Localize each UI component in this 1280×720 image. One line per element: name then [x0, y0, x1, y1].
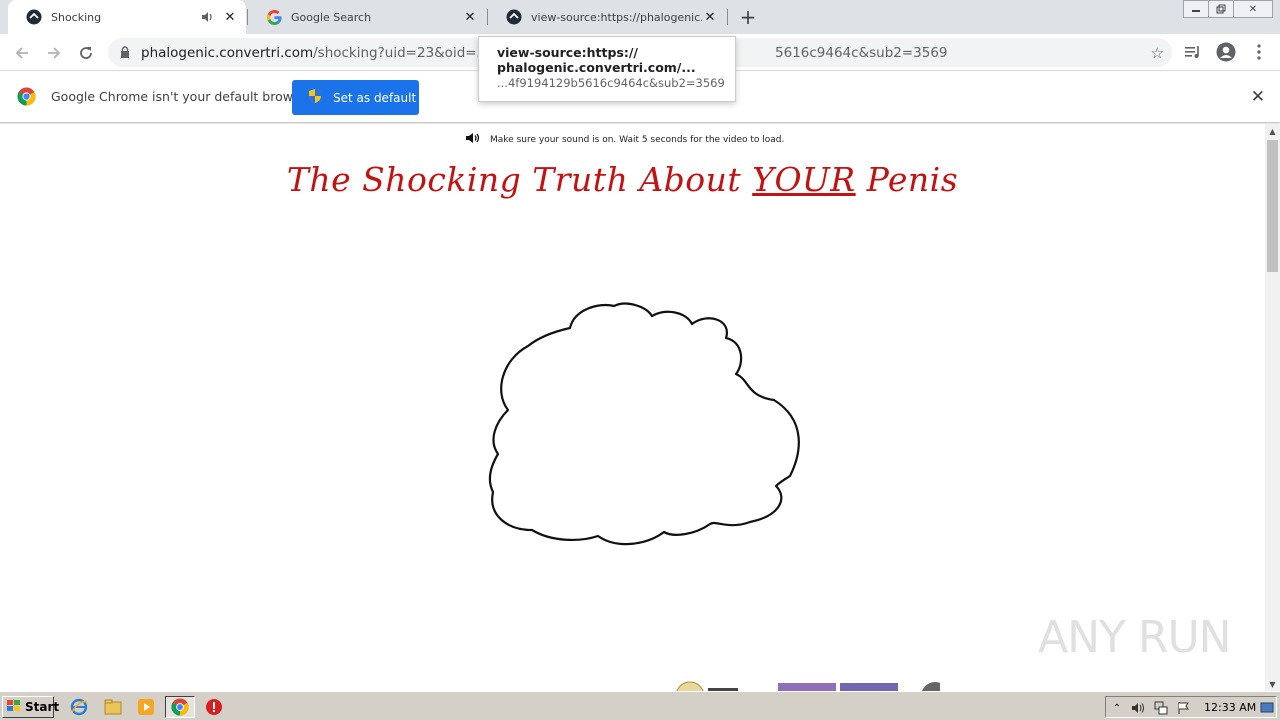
- new-tab-button[interactable]: +: [736, 5, 760, 29]
- forward-button[interactable]: [41, 40, 67, 66]
- tab-google-search[interactable]: Google Search ✕: [248, 0, 486, 34]
- tab-title: Shocking: [51, 10, 102, 24]
- google-g-icon: [266, 9, 282, 25]
- tab-close-icon[interactable]: ✕: [462, 9, 478, 25]
- set-as-default-label: Set as default: [333, 90, 417, 105]
- windows-taskbar: Start ⌃ 12:33 AM: [0, 691, 1280, 720]
- bookmark-star-icon[interactable]: ☆: [1151, 44, 1164, 62]
- minimize-button[interactable]: [1183, 0, 1209, 18]
- file-explorer-icon[interactable]: [101, 696, 125, 718]
- tab-title: view-source:https://phalogenic.conv: [531, 10, 702, 24]
- tab-separator: [727, 9, 728, 25]
- video-cloud-illustration[interactable]: [488, 302, 808, 556]
- anyrun-watermark: ANY RUN: [1038, 612, 1232, 663]
- site-favicon-icon: [26, 9, 42, 25]
- scrollbar-thumb[interactable]: [1267, 140, 1278, 272]
- url-path-tail: 5616c9464c&sub2=3569: [775, 44, 948, 61]
- restore-button[interactable]: [1208, 0, 1234, 18]
- media-control-icon[interactable]: [1182, 41, 1204, 63]
- watermark-text: ANY RUN: [1038, 612, 1232, 663]
- show-desktop-icon[interactable]: [1259, 700, 1275, 716]
- site-favicon-icon: [506, 9, 522, 25]
- headline-text-post: Penis: [855, 160, 959, 199]
- start-label: Start: [25, 700, 60, 714]
- network-icon[interactable]: [1153, 700, 1169, 716]
- menu-kebab-icon[interactable]: [1248, 41, 1270, 63]
- web-page-content: Make sure your sound is on. Wait 5 secon…: [0, 124, 1265, 691]
- internet-explorer-icon[interactable]: [67, 696, 91, 718]
- scroll-up-arrow-icon[interactable]: ▲: [1265, 124, 1280, 138]
- close-window-button[interactable]: ✕: [1233, 0, 1273, 18]
- reload-button[interactable]: [73, 40, 99, 66]
- taskbar-clock[interactable]: 12:33 AM: [1204, 701, 1256, 714]
- tab-shocking[interactable]: Shocking ✕: [8, 0, 246, 34]
- tab-hover-tooltip: view-source:https:// phalogenic.convertr…: [478, 36, 736, 102]
- chrome-taskbar-button[interactable]: [165, 696, 195, 718]
- tooltip-line-2: phalogenic.convertri.com/...: [497, 60, 696, 75]
- tab-strip: Shocking ✕ Google Search ✕ view-source:h…: [0, 0, 1280, 34]
- page-scrollbar[interactable]: ▲ ▼: [1265, 124, 1280, 691]
- page-headline: The Shocking Truth About YOUR Penis: [0, 160, 1245, 199]
- sound-notice-text: Make sure your sound is on. Wait 5 secon…: [490, 134, 785, 145]
- profile-avatar-icon[interactable]: [1215, 41, 1237, 63]
- tab-audio-icon[interactable]: [200, 10, 214, 24]
- tab-close-icon[interactable]: ✕: [702, 9, 718, 25]
- tab-view-source[interactable]: view-source:https://phalogenic.conv ✕: [488, 0, 726, 34]
- action-center-flag-icon[interactable]: [1176, 700, 1192, 716]
- uac-shield-icon: [308, 88, 322, 107]
- set-as-default-button[interactable]: Set as default: [292, 80, 419, 115]
- url-host: phalogenic.convertri.com: [141, 44, 314, 61]
- media-player-icon[interactable]: [134, 696, 158, 718]
- tray-expand-icon[interactable]: ⌃: [1109, 700, 1125, 716]
- tab-title: Google Search: [291, 10, 372, 24]
- tooltip-line-1: view-source:https://: [497, 45, 638, 60]
- headline-text-pre: The Shocking Truth About: [286, 160, 753, 199]
- infobar-message: Google Chrome isn't your default browser: [51, 89, 313, 104]
- sound-notice: Make sure your sound is on. Wait 5 secon…: [465, 132, 784, 147]
- trust-badges-row: [670, 679, 949, 691]
- chrome-logo-icon: [17, 87, 36, 110]
- lock-icon[interactable]: [120, 43, 134, 62]
- tooltip-line-3: ...4f9194129b5616c9464c&sub2=3569: [497, 76, 725, 90]
- system-tray: ⌃ 12:33 AM: [1105, 696, 1277, 718]
- infobar-close-icon[interactable]: ✕: [1251, 87, 1265, 107]
- back-button[interactable]: [9, 40, 35, 66]
- speaker-icon: [465, 132, 482, 147]
- headline-emphasis: YOUR: [752, 160, 856, 199]
- stop-sign-icon[interactable]: [202, 696, 226, 718]
- volume-icon[interactable]: [1130, 700, 1146, 716]
- scroll-down-arrow-icon[interactable]: ▼: [1265, 677, 1280, 691]
- tab-close-icon[interactable]: ✕: [222, 9, 238, 25]
- windows-flag-icon: [6, 699, 22, 716]
- start-button[interactable]: Start: [2, 696, 59, 718]
